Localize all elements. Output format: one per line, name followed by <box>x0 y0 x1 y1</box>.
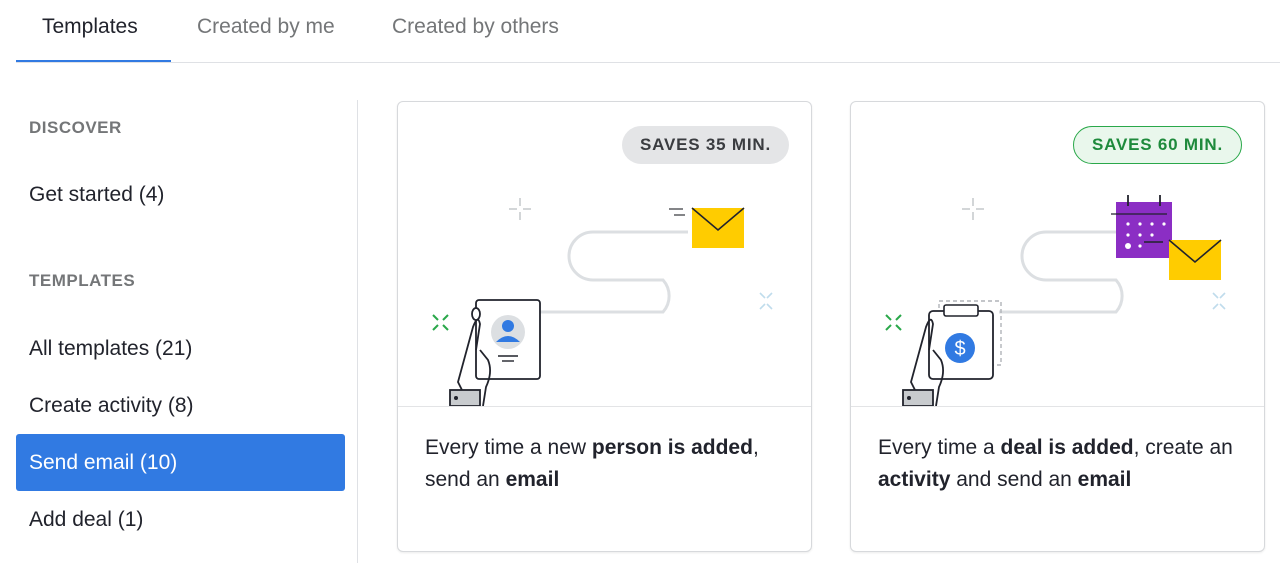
workflow-path <box>999 230 1124 314</box>
tab-bar-divider <box>16 62 1280 63</box>
tab-created-by-others[interactable]: Created by others <box>392 12 559 42</box>
sparkle-icon <box>509 198 531 220</box>
sparkle-icon <box>885 314 902 331</box>
tab-templates[interactable]: Templates <box>42 12 138 42</box>
description-bold-text: activity <box>878 468 951 491</box>
sparkle-icon <box>432 314 449 331</box>
description-text: Every time a <box>878 436 1001 459</box>
sidebar-item-send-email[interactable]: Send email (10) <box>16 434 345 491</box>
tab-bar: Templates Created by me Created by other… <box>0 0 1280 64</box>
card-description: Every time a deal is added, create an ac… <box>878 432 1248 496</box>
calendar-icon <box>1111 195 1172 258</box>
tab-created-by-me[interactable]: Created by me <box>197 12 335 42</box>
description-text: Every time a new <box>425 436 592 459</box>
sidebar-divider <box>357 100 358 563</box>
sidebar-item-add-deal[interactable]: Add deal (1) <box>16 491 345 548</box>
card-divider <box>398 406 811 407</box>
description-text: and send an <box>950 468 1078 491</box>
sidebar-item-create-activity[interactable]: Create activity (8) <box>16 377 345 434</box>
clipboard-dollar-icon: $ <box>928 300 1002 380</box>
sidebar-item-all-templates[interactable]: All templates (21) <box>16 320 345 377</box>
sidebar-item-get-started[interactable]: Get started (4) <box>16 166 345 223</box>
workflow-path <box>538 230 688 314</box>
sparkle-icon <box>962 198 984 220</box>
time-saved-badge: SAVES 60 MIN. <box>1072 126 1242 164</box>
description-bold-text: deal is added <box>1000 436 1134 459</box>
description-bold-text: person is added <box>591 436 753 459</box>
discover-heading: DISCOVER <box>29 118 122 137</box>
sparkle-icon <box>1212 292 1226 310</box>
template-card-person-added[interactable]: SAVES 35 MIN. Every time a new person is… <box>397 101 812 552</box>
description-bold-text: email <box>1077 468 1132 491</box>
description-bold-text: email <box>505 468 560 491</box>
svg-text:$: $ <box>954 338 965 360</box>
sidebar: DISCOVER Get started (4) TEMPLATES All t… <box>16 100 359 563</box>
template-card-deal-added[interactable]: $ SAVES 60 MIN. Every time a deal is add… <box>850 101 1265 552</box>
envelope-icon <box>669 207 745 248</box>
templates-heading: TEMPLATES <box>29 271 136 290</box>
card-divider <box>851 406 1264 407</box>
description-text: , create an <box>1133 436 1233 459</box>
sparkle-icon <box>759 292 773 310</box>
contact-card-icon <box>475 299 541 380</box>
time-saved-badge: SAVES 35 MIN. <box>621 126 789 164</box>
card-description: Every time a new person is added, send a… <box>425 432 795 496</box>
